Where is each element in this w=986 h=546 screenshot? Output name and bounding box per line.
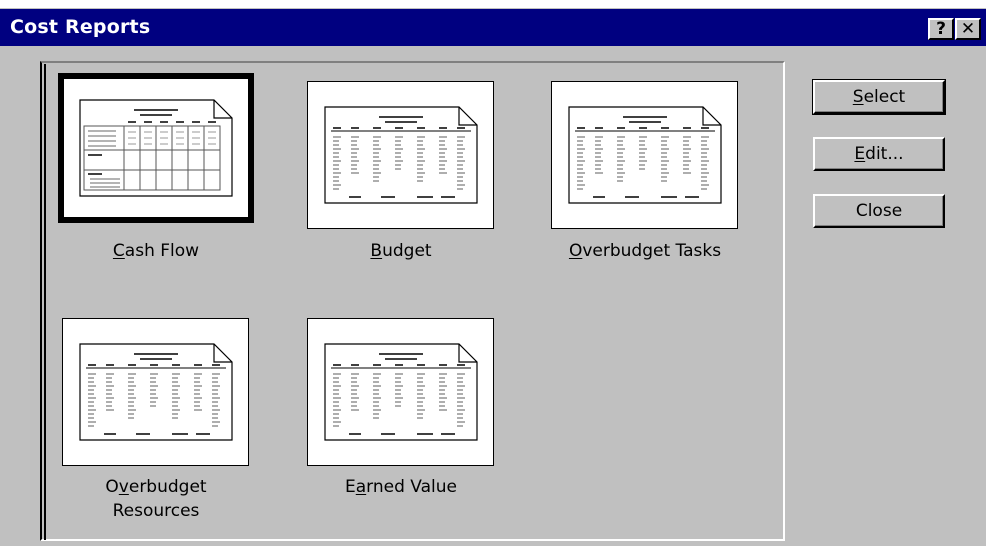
panel-divider: [44, 64, 46, 540]
columns-icon: [323, 343, 478, 441]
report-label: Overbudget Tasks: [568, 241, 722, 261]
close-icon[interactable]: ✕: [955, 18, 981, 40]
columns-icon: [78, 343, 233, 441]
edit-button[interactable]: Edit...: [813, 137, 945, 171]
columns-icon: [567, 106, 722, 204]
report-thumbnail[interactable]: [58, 73, 254, 223]
close-button[interactable]: Close: [813, 194, 945, 228]
report-thumbnail[interactable]: [307, 318, 494, 466]
report-label: Cash Flow: [112, 241, 200, 261]
select-button[interactable]: Select: [812, 79, 946, 115]
report-label: Overbudget Resources: [105, 477, 207, 521]
report-thumbnail[interactable]: [551, 81, 738, 229]
window-title: Cost Reports: [10, 16, 151, 38]
report-label: Budget: [370, 241, 432, 261]
columns-icon: [323, 106, 478, 204]
report-thumbnail[interactable]: [307, 81, 494, 229]
report-label: Earned Value: [345, 477, 457, 497]
report-thumbnail[interactable]: [62, 318, 249, 466]
help-icon[interactable]: ?: [928, 18, 954, 40]
table-icon: [79, 99, 233, 197]
title-bar: Cost Reports ? ✕: [0, 9, 986, 46]
